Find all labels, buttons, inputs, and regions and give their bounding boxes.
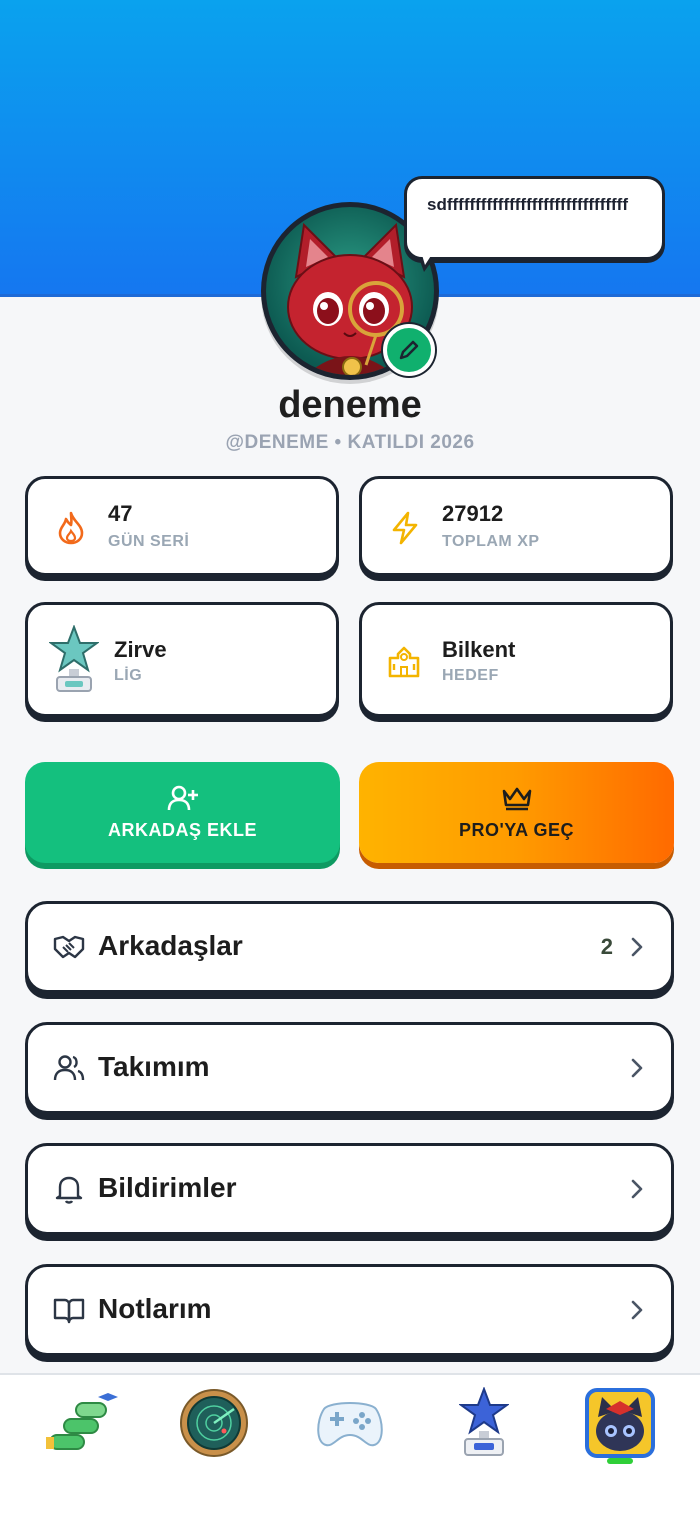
pencil-icon bbox=[399, 340, 419, 360]
lightning-icon bbox=[388, 511, 422, 545]
flame-icon bbox=[54, 511, 88, 545]
go-pro-label: PRO'YA GEÇ bbox=[459, 820, 574, 840]
stat-card-streak: 47 GÜN SERİ bbox=[25, 476, 339, 576]
menu-item-notifications[interactable]: Bildirimler bbox=[25, 1143, 674, 1235]
profile-cat-icon bbox=[585, 1388, 655, 1458]
menu-label-notes: Notlarım bbox=[98, 1293, 212, 1324]
trophy-star-icon bbox=[459, 1387, 509, 1456]
league-value: Zirve bbox=[114, 637, 167, 662]
nav-games[interactable] bbox=[310, 1383, 390, 1463]
book-icon bbox=[52, 1295, 86, 1325]
nav-learning-path[interactable] bbox=[40, 1383, 120, 1463]
bell-icon bbox=[52, 1174, 86, 1204]
chevron-right-icon bbox=[631, 1179, 643, 1199]
status-speech-bubble[interactable]: sdffffffffffffffffffffffffffffffff bbox=[404, 176, 665, 260]
learning-path-icon bbox=[46, 1393, 118, 1450]
profile-handle: @DENEME • KATILDI 2026 bbox=[225, 432, 475, 453]
speech-bubble-tail-inner bbox=[420, 248, 436, 265]
target-label: HEDEF bbox=[442, 667, 499, 684]
target-value: Bilkent bbox=[442, 637, 516, 662]
nav-leagues[interactable] bbox=[444, 1383, 524, 1463]
chevron-right-icon bbox=[631, 1300, 643, 1320]
menu-label-friends: Arkadaşlar bbox=[98, 930, 243, 961]
nav-profile[interactable] bbox=[580, 1383, 660, 1463]
friends-count: 2 bbox=[600, 934, 613, 959]
add-friend-button[interactable]: ARKADAŞ EKLE bbox=[25, 762, 340, 863]
user-plus-icon bbox=[167, 784, 199, 812]
chevron-right-icon bbox=[631, 937, 643, 957]
profile-name: deneme bbox=[278, 384, 422, 426]
menu-item-friends[interactable]: Arkadaşlar 2 bbox=[25, 901, 674, 993]
chevron-right-icon bbox=[631, 1058, 643, 1078]
users-icon bbox=[52, 1053, 86, 1083]
xp-value: 27912 bbox=[442, 501, 504, 526]
league-label: LİG bbox=[114, 667, 143, 684]
menu-item-notes[interactable]: Notlarım bbox=[25, 1264, 674, 1356]
radar-icon bbox=[180, 1389, 248, 1457]
handshake-icon bbox=[52, 932, 86, 962]
bottom-navigation bbox=[0, 1373, 700, 1521]
gamepad-icon bbox=[317, 1402, 383, 1447]
league-trophy-icon bbox=[48, 625, 100, 695]
xp-label: TOPLAM XP bbox=[442, 533, 540, 550]
nav-radar[interactable] bbox=[174, 1383, 254, 1463]
menu-label-team: Takımım bbox=[98, 1051, 210, 1082]
edit-avatar-button[interactable] bbox=[383, 324, 435, 376]
streak-value: 47 bbox=[108, 501, 133, 526]
menu-label-notifications: Bildirimler bbox=[98, 1172, 237, 1203]
stat-card-target[interactable]: Bilkent HEDEF bbox=[359, 602, 673, 717]
add-friend-label: ARKADAŞ EKLE bbox=[107, 820, 257, 840]
school-building-icon bbox=[386, 643, 422, 679]
active-tab-indicator bbox=[607, 1458, 633, 1464]
crown-icon bbox=[501, 784, 533, 812]
go-pro-button[interactable]: PRO'YA GEÇ bbox=[359, 762, 674, 863]
streak-label: GÜN SERİ bbox=[108, 533, 190, 550]
stat-card-league[interactable]: Zirve LİG bbox=[25, 602, 339, 717]
stat-card-xp: 27912 TOPLAM XP bbox=[359, 476, 673, 576]
menu-item-team[interactable]: Takımım bbox=[25, 1022, 674, 1114]
